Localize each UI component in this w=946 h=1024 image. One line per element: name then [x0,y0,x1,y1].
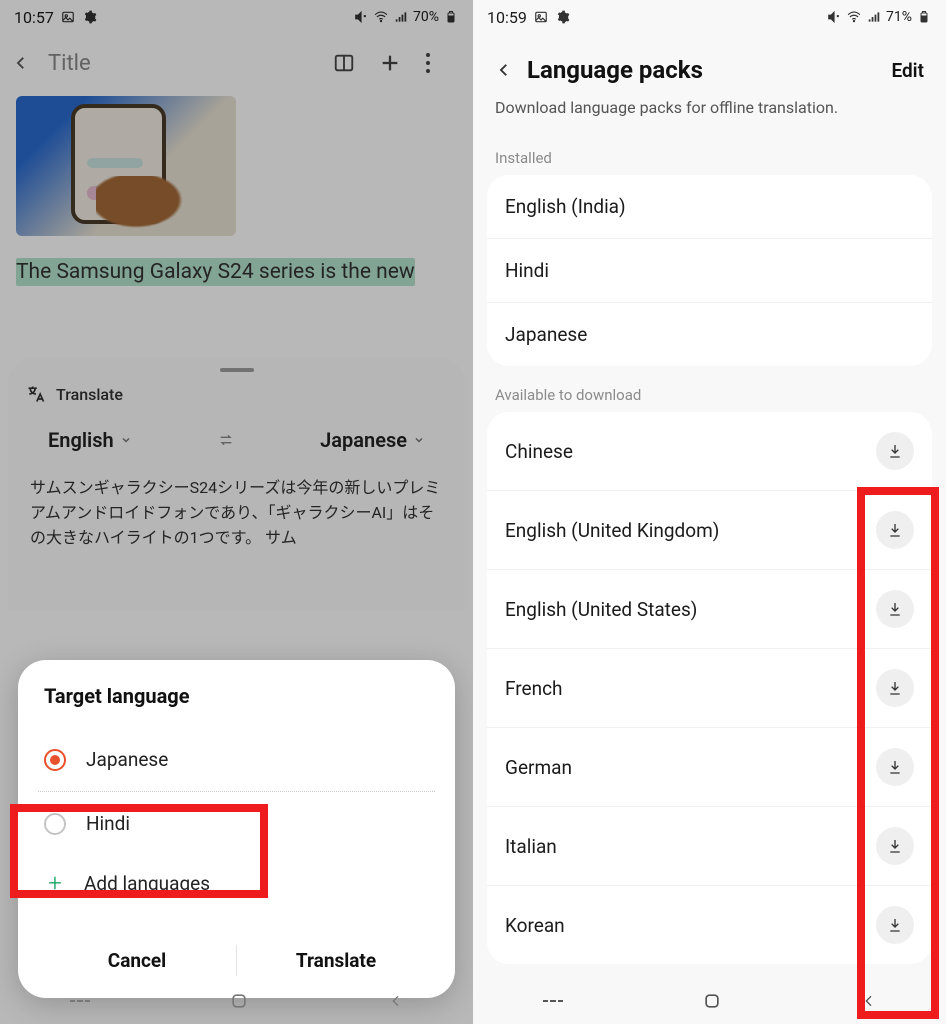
download-button[interactable] [876,590,914,628]
recent-apps-icon[interactable] [69,993,91,1009]
translated-text: サムスンギャラクシーS24シリーズは今年の新しいプレミアムアンドロイドフォンであ… [26,472,447,582]
dotted-divider [38,791,435,792]
language-name: English (United States) [505,598,697,621]
hero-image [16,96,236,236]
modal-title: Target language [38,684,435,708]
list-item[interactable]: Hindi [487,238,932,302]
edit-button[interactable]: Edit [891,59,924,82]
target-language-dropdown[interactable]: Japanese [320,428,425,452]
list-item: Italian [487,806,932,885]
radio-option-hindi[interactable]: Hindi [38,794,435,853]
mute-icon [826,9,842,25]
radio-label: Hindi [86,812,130,835]
back-icon[interactable] [12,54,38,72]
language-name: French [505,677,563,700]
download-button[interactable] [876,511,914,549]
radio-selected-icon [44,749,66,771]
status-time: 10:57 [14,8,54,27]
translate-label: Translate [56,385,123,404]
gear-icon [82,9,98,25]
language-name: Hindi [505,259,549,282]
installed-section-label: Installed [473,135,946,175]
gear-icon [555,9,571,25]
wifi-icon [846,9,862,25]
translate-icon [26,384,46,404]
language-name: Japanese [505,323,587,346]
translate-button[interactable]: Translate [237,937,435,984]
status-bar: 10:57 70% [0,0,473,34]
installed-list: English (India) Hindi Japanese [487,175,932,366]
signal-icon [393,9,409,25]
back-nav-icon[interactable] [861,993,877,1009]
list-item: Korean [487,885,932,964]
mute-icon [353,9,369,25]
source-language: English [48,428,114,452]
image-icon [533,9,549,25]
note-topbar: Title [0,34,473,92]
list-item[interactable]: English (India) [487,175,932,238]
list-item: French [487,648,932,727]
list-item: English (United Kingdom) [487,490,932,569]
status-bar: 10:59 71% [473,0,946,34]
target-language: Japanese [320,428,407,452]
plus-icon[interactable] [379,52,415,74]
back-nav-icon[interactable] [388,993,404,1009]
highlighted-text[interactable]: The Samsung Galaxy S24 series is the new [16,258,415,286]
language-name: Korean [505,914,565,937]
signal-icon [866,9,882,25]
available-section-label: Available to download [473,372,946,412]
target-language-modal: Target language Japanese Hindi + Add lan… [18,660,455,998]
download-button[interactable] [876,906,914,944]
download-button[interactable] [876,748,914,786]
add-languages-label: Add languages [84,872,210,895]
list-item: Chinese [487,412,932,490]
status-battery: 70% [413,9,439,25]
page-title: Title [48,51,323,76]
drag-handle[interactable] [220,368,254,372]
image-icon [60,9,76,25]
nav-bar [0,978,473,1024]
reader-icon[interactable] [333,52,369,74]
download-button[interactable] [876,432,914,470]
language-name: English (India) [505,195,626,218]
language-name: Chinese [505,440,573,463]
swap-icon[interactable] [216,432,236,448]
cancel-button[interactable]: Cancel [38,937,236,984]
language-name: German [505,756,572,779]
page-title: Language packs [527,56,877,84]
download-button[interactable] [876,669,914,707]
language-name: English (United Kingdom) [505,519,719,542]
list-item: German [487,727,932,806]
chevron-down-icon [413,434,425,446]
plus-icon: + [44,869,66,897]
list-item: English (United States) [487,569,932,648]
radio-label: Japanese [86,748,168,771]
subtitle: Download language packs for offline tran… [473,98,946,135]
back-icon[interactable] [495,61,513,79]
home-icon[interactable] [702,991,722,1011]
download-button[interactable] [876,827,914,865]
translate-sheet: Translate English Japanese サムスンギャラクシーS24… [8,358,465,610]
available-list: Chinese English (United Kingdom) English… [487,412,932,964]
add-languages-button[interactable]: + Add languages [38,853,435,913]
home-icon[interactable] [229,991,249,1011]
battery-icon [916,9,932,25]
status-battery: 71% [886,9,912,25]
battery-icon [443,9,459,25]
more-icon[interactable] [425,52,461,74]
status-time: 10:59 [487,8,527,27]
chevron-down-icon [120,434,132,446]
radio-unselected-icon [44,813,66,835]
list-item[interactable]: Japanese [487,302,932,366]
wifi-icon [373,9,389,25]
nav-bar [473,978,946,1024]
source-language-dropdown[interactable]: English [48,428,132,452]
radio-option-japanese[interactable]: Japanese [38,730,435,789]
language-name: Italian [505,835,557,858]
recent-apps-icon[interactable] [542,993,564,1009]
